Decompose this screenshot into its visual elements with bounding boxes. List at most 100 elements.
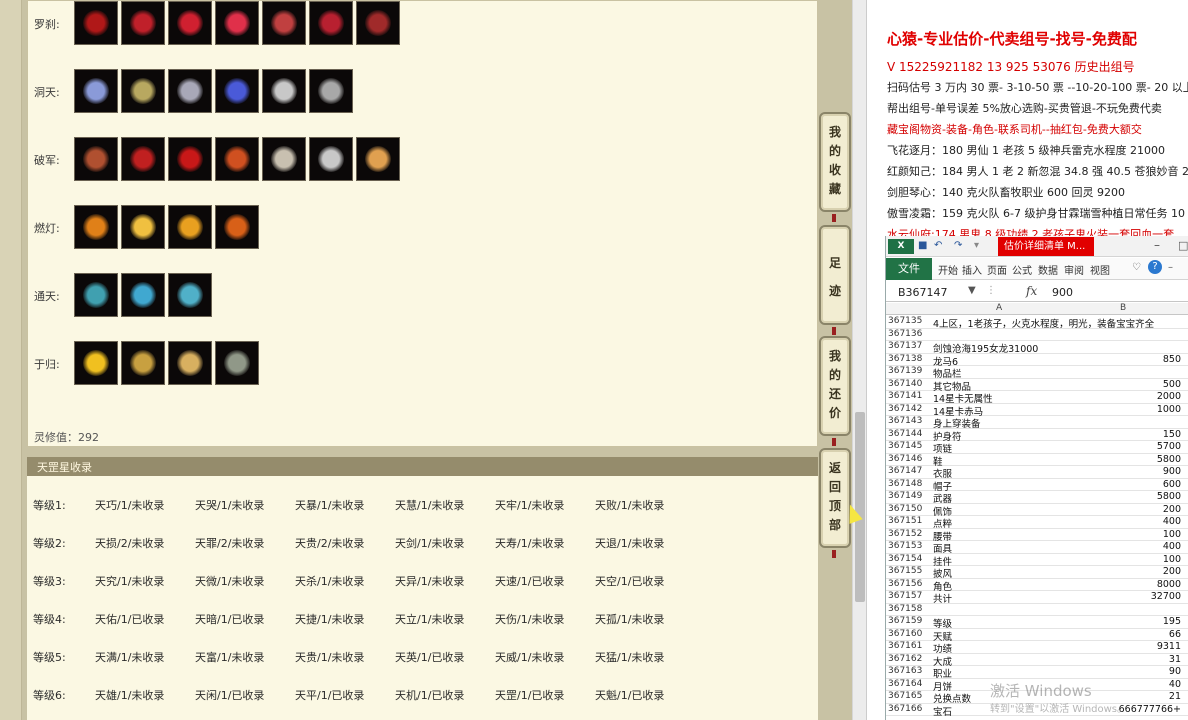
cell-b[interactable]: 31 <box>1067 654 1181 665</box>
cell-b[interactable]: 5700 <box>1067 441 1181 452</box>
equipment-item-icon[interactable] <box>356 137 400 181</box>
equipment-item-icon[interactable] <box>121 205 165 249</box>
equipment-item-icon[interactable] <box>121 273 165 317</box>
constellation-entry[interactable]: 天寿/1/未收录 <box>495 535 595 551</box>
help-icon[interactable]: ? <box>1148 260 1162 274</box>
row-number[interactable]: 367142 <box>888 404 932 414</box>
cell-b[interactable]: 200 <box>1067 504 1181 515</box>
constellation-entry[interactable]: 天伤/1/未收录 <box>495 611 595 627</box>
constellation-entry[interactable]: 天暗/1/已收录 <box>195 611 295 627</box>
cell-b[interactable]: 5800 <box>1067 491 1181 502</box>
ribbon-tab[interactable]: 开始 <box>938 262 958 277</box>
cell-b[interactable]: 8000 <box>1067 579 1181 590</box>
row-number[interactable]: 367166 <box>888 704 932 714</box>
side-tab-2[interactable]: 我 的 还 价 <box>819 336 851 436</box>
constellation-entry[interactable]: 天雄/1/未收录 <box>95 687 195 703</box>
equipment-item-icon[interactable] <box>168 1 212 45</box>
constellation-entry[interactable]: 天闲/1/已收录 <box>195 687 295 703</box>
constellation-entry[interactable]: 天富/1/未收录 <box>195 649 295 665</box>
cell-b[interactable]: 400 <box>1067 516 1181 527</box>
row-number[interactable]: 367153 <box>888 541 932 551</box>
row-number[interactable]: 367139 <box>888 366 932 376</box>
cell-b[interactable]: 5800 <box>1067 454 1181 465</box>
column-header-a[interactable]: A <box>996 303 1002 313</box>
formula-value[interactable]: 900 <box>1052 286 1073 299</box>
row-number[interactable]: 367140 <box>888 379 932 389</box>
constellation-entry[interactable]: 天速/1/已收录 <box>495 573 595 589</box>
row-number[interactable]: 367151 <box>888 516 932 526</box>
equipment-item-icon[interactable] <box>215 69 259 113</box>
row-number[interactable]: 367157 <box>888 591 932 601</box>
cell-b[interactable]: 500 <box>1067 379 1181 390</box>
cell-b[interactable]: 195 <box>1067 616 1181 627</box>
insert-function-icon[interactable]: fx <box>1026 284 1037 298</box>
ribbon-collapse-icon[interactable]: ♡ <box>1132 262 1141 273</box>
equipment-item-icon[interactable] <box>168 341 212 385</box>
constellation-entry[interactable]: 天究/1/未收录 <box>95 573 195 589</box>
cell-b[interactable]: 100 <box>1067 529 1181 540</box>
equipment-item-icon[interactable] <box>121 1 165 45</box>
cell-b[interactable]: 2000 <box>1067 391 1181 402</box>
equipment-item-icon[interactable] <box>121 69 165 113</box>
row-number[interactable]: 367162 <box>888 654 932 664</box>
equipment-item-icon[interactable] <box>168 273 212 317</box>
constellation-entry[interactable]: 天平/1/已收录 <box>295 687 395 703</box>
constellation-entry[interactable]: 天贵/1/未收录 <box>295 649 395 665</box>
cell-b[interactable]: 32700 <box>1067 591 1181 602</box>
row-number[interactable]: 367148 <box>888 479 932 489</box>
constellation-entry[interactable]: 天微/1/未收录 <box>195 573 295 589</box>
constellation-entry[interactable]: 天立/1/未收录 <box>395 611 495 627</box>
constellation-entry[interactable]: 天威/1/未收录 <box>495 649 595 665</box>
name-box-dropdown-icon[interactable]: ▼ <box>968 285 976 296</box>
minimize-icon[interactable]: – <box>1154 238 1160 252</box>
row-number[interactable]: 367141 <box>888 391 932 401</box>
cell-b[interactable]: 100 <box>1067 554 1181 565</box>
ribbon-tab[interactable]: 页面 <box>987 262 1007 277</box>
row-number[interactable]: 367145 <box>888 441 932 451</box>
constellation-entry[interactable]: 天退/1/未收录 <box>595 535 695 551</box>
row-number[interactable]: 367158 <box>888 604 932 614</box>
constellation-entry[interactable]: 天杀/1/未收录 <box>295 573 395 589</box>
equipment-item-icon[interactable] <box>309 1 353 45</box>
equipment-item-icon[interactable] <box>121 137 165 181</box>
equipment-item-icon[interactable] <box>215 341 259 385</box>
equipment-item-icon[interactable] <box>356 1 400 45</box>
constellation-entry[interactable]: 天机/1/已收录 <box>395 687 495 703</box>
constellation-entry[interactable]: 天慧/1/未收录 <box>395 497 495 513</box>
constellation-entry[interactable]: 天异/1/未收录 <box>395 573 495 589</box>
constellation-entry[interactable]: 天牢/1/未收录 <box>495 497 595 513</box>
ribbon-tab[interactable]: 数据 <box>1038 262 1058 277</box>
constellation-entry[interactable]: 天孤/1/未收录 <box>595 611 695 627</box>
cell-b[interactable]: 150 <box>1067 429 1181 440</box>
cell-b[interactable]: 66 <box>1067 629 1181 640</box>
equipment-item-icon[interactable] <box>168 137 212 181</box>
constellation-entry[interactable]: 天满/1/未收录 <box>95 649 195 665</box>
constellation-entry[interactable]: 天空/1/已收录 <box>595 573 695 589</box>
equipment-item-icon[interactable] <box>215 137 259 181</box>
constellation-entry[interactable]: 天损/2/未收录 <box>95 535 195 551</box>
constellation-entry[interactable]: 天哭/1/未收录 <box>195 497 295 513</box>
cell-b[interactable]: 200 <box>1067 566 1181 577</box>
row-number[interactable]: 367152 <box>888 529 932 539</box>
constellation-entry[interactable]: 天佑/1/已收录 <box>95 611 195 627</box>
ribbon-tab[interactable]: 插入 <box>962 262 982 277</box>
constellation-entry[interactable]: 天捷/1/未收录 <box>295 611 395 627</box>
equipment-item-icon[interactable] <box>262 69 306 113</box>
constellation-entry[interactable]: 天罡/1/已收录 <box>495 687 595 703</box>
equipment-item-icon[interactable] <box>74 69 118 113</box>
constellation-entry[interactable]: 天贵/2/未收录 <box>295 535 395 551</box>
ribbon-minimize-icon[interactable]: – <box>1168 262 1173 273</box>
cell-b[interactable]: 850 <box>1067 354 1181 365</box>
side-tab-3[interactable]: 返 回 顶 部 <box>819 448 851 548</box>
constellation-entry[interactable]: 天剑/1/未收录 <box>395 535 495 551</box>
equipment-item-icon[interactable] <box>262 1 306 45</box>
ribbon-tab[interactable]: 审阅 <box>1064 262 1084 277</box>
row-number[interactable]: 367136 <box>888 329 932 339</box>
row-number[interactable]: 367154 <box>888 554 932 564</box>
cell-b[interactable]: 900 <box>1067 466 1181 477</box>
maximize-icon[interactable]: □ <box>1178 239 1188 252</box>
ribbon-tab[interactable]: 视图 <box>1090 262 1110 277</box>
ribbon-tab[interactable]: 公式 <box>1012 262 1032 277</box>
constellation-entry[interactable]: 天罪/2/未收录 <box>195 535 295 551</box>
equipment-item-icon[interactable] <box>121 341 165 385</box>
